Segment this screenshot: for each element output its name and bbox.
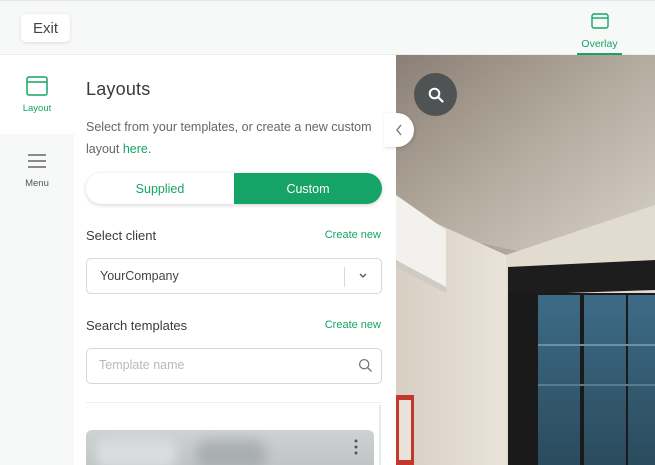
rail-item-layout[interactable]: Layout <box>0 55 74 134</box>
left-rail: Layout Menu <box>0 55 74 465</box>
chevron-down-icon <box>359 273 367 278</box>
toggle-custom[interactable]: Custom <box>234 173 382 204</box>
window-icon <box>590 13 609 29</box>
more-vertical-icon[interactable] <box>354 439 358 455</box>
rail-item-label: Menu <box>25 178 49 189</box>
select-client-label: Select client <box>86 228 157 243</box>
room-image <box>396 55 655 465</box>
scene-viewport[interactable] <box>396 55 655 465</box>
search-icon <box>428 87 444 103</box>
template-search <box>86 348 382 384</box>
chevron-left-icon <box>396 124 402 136</box>
top-bar: Exit Overlay <box>0 0 655 56</box>
tab-overlay-label: Overlay <box>581 38 618 50</box>
layout-source-toggle: Supplied Custom <box>86 173 382 204</box>
panel-description: Select from your templates, or create a … <box>86 120 372 156</box>
layouts-panel: Layouts Select from your templates, or c… <box>74 55 396 465</box>
hamburger-icon <box>28 154 46 168</box>
tab-overlay[interactable]: Overlay <box>577 9 622 56</box>
window-icon <box>26 76 48 96</box>
page-title: Layouts <box>86 79 151 99</box>
create-template-link[interactable]: Create new <box>325 319 381 331</box>
scrollbar[interactable] <box>379 405 381 465</box>
toggle-supplied[interactable]: Supplied <box>86 173 234 204</box>
rail-item-menu[interactable]: Menu <box>0 153 74 203</box>
search-button[interactable] <box>414 73 457 116</box>
rail-item-label: Layout <box>22 103 52 114</box>
divider <box>86 402 382 403</box>
template-thumbnail[interactable] <box>86 430 374 465</box>
client-select-value: YourCompany <box>100 269 179 283</box>
select-divider <box>344 267 345 287</box>
search-icon[interactable] <box>358 358 373 373</box>
exit-button[interactable]: Exit <box>21 14 70 42</box>
search-templates-label: Search templates <box>86 318 188 333</box>
client-select[interactable]: YourCompany <box>86 258 382 294</box>
here-link[interactable]: here <box>123 142 148 156</box>
create-client-link[interactable]: Create new <box>325 229 381 241</box>
template-search-input[interactable] <box>99 358 339 372</box>
